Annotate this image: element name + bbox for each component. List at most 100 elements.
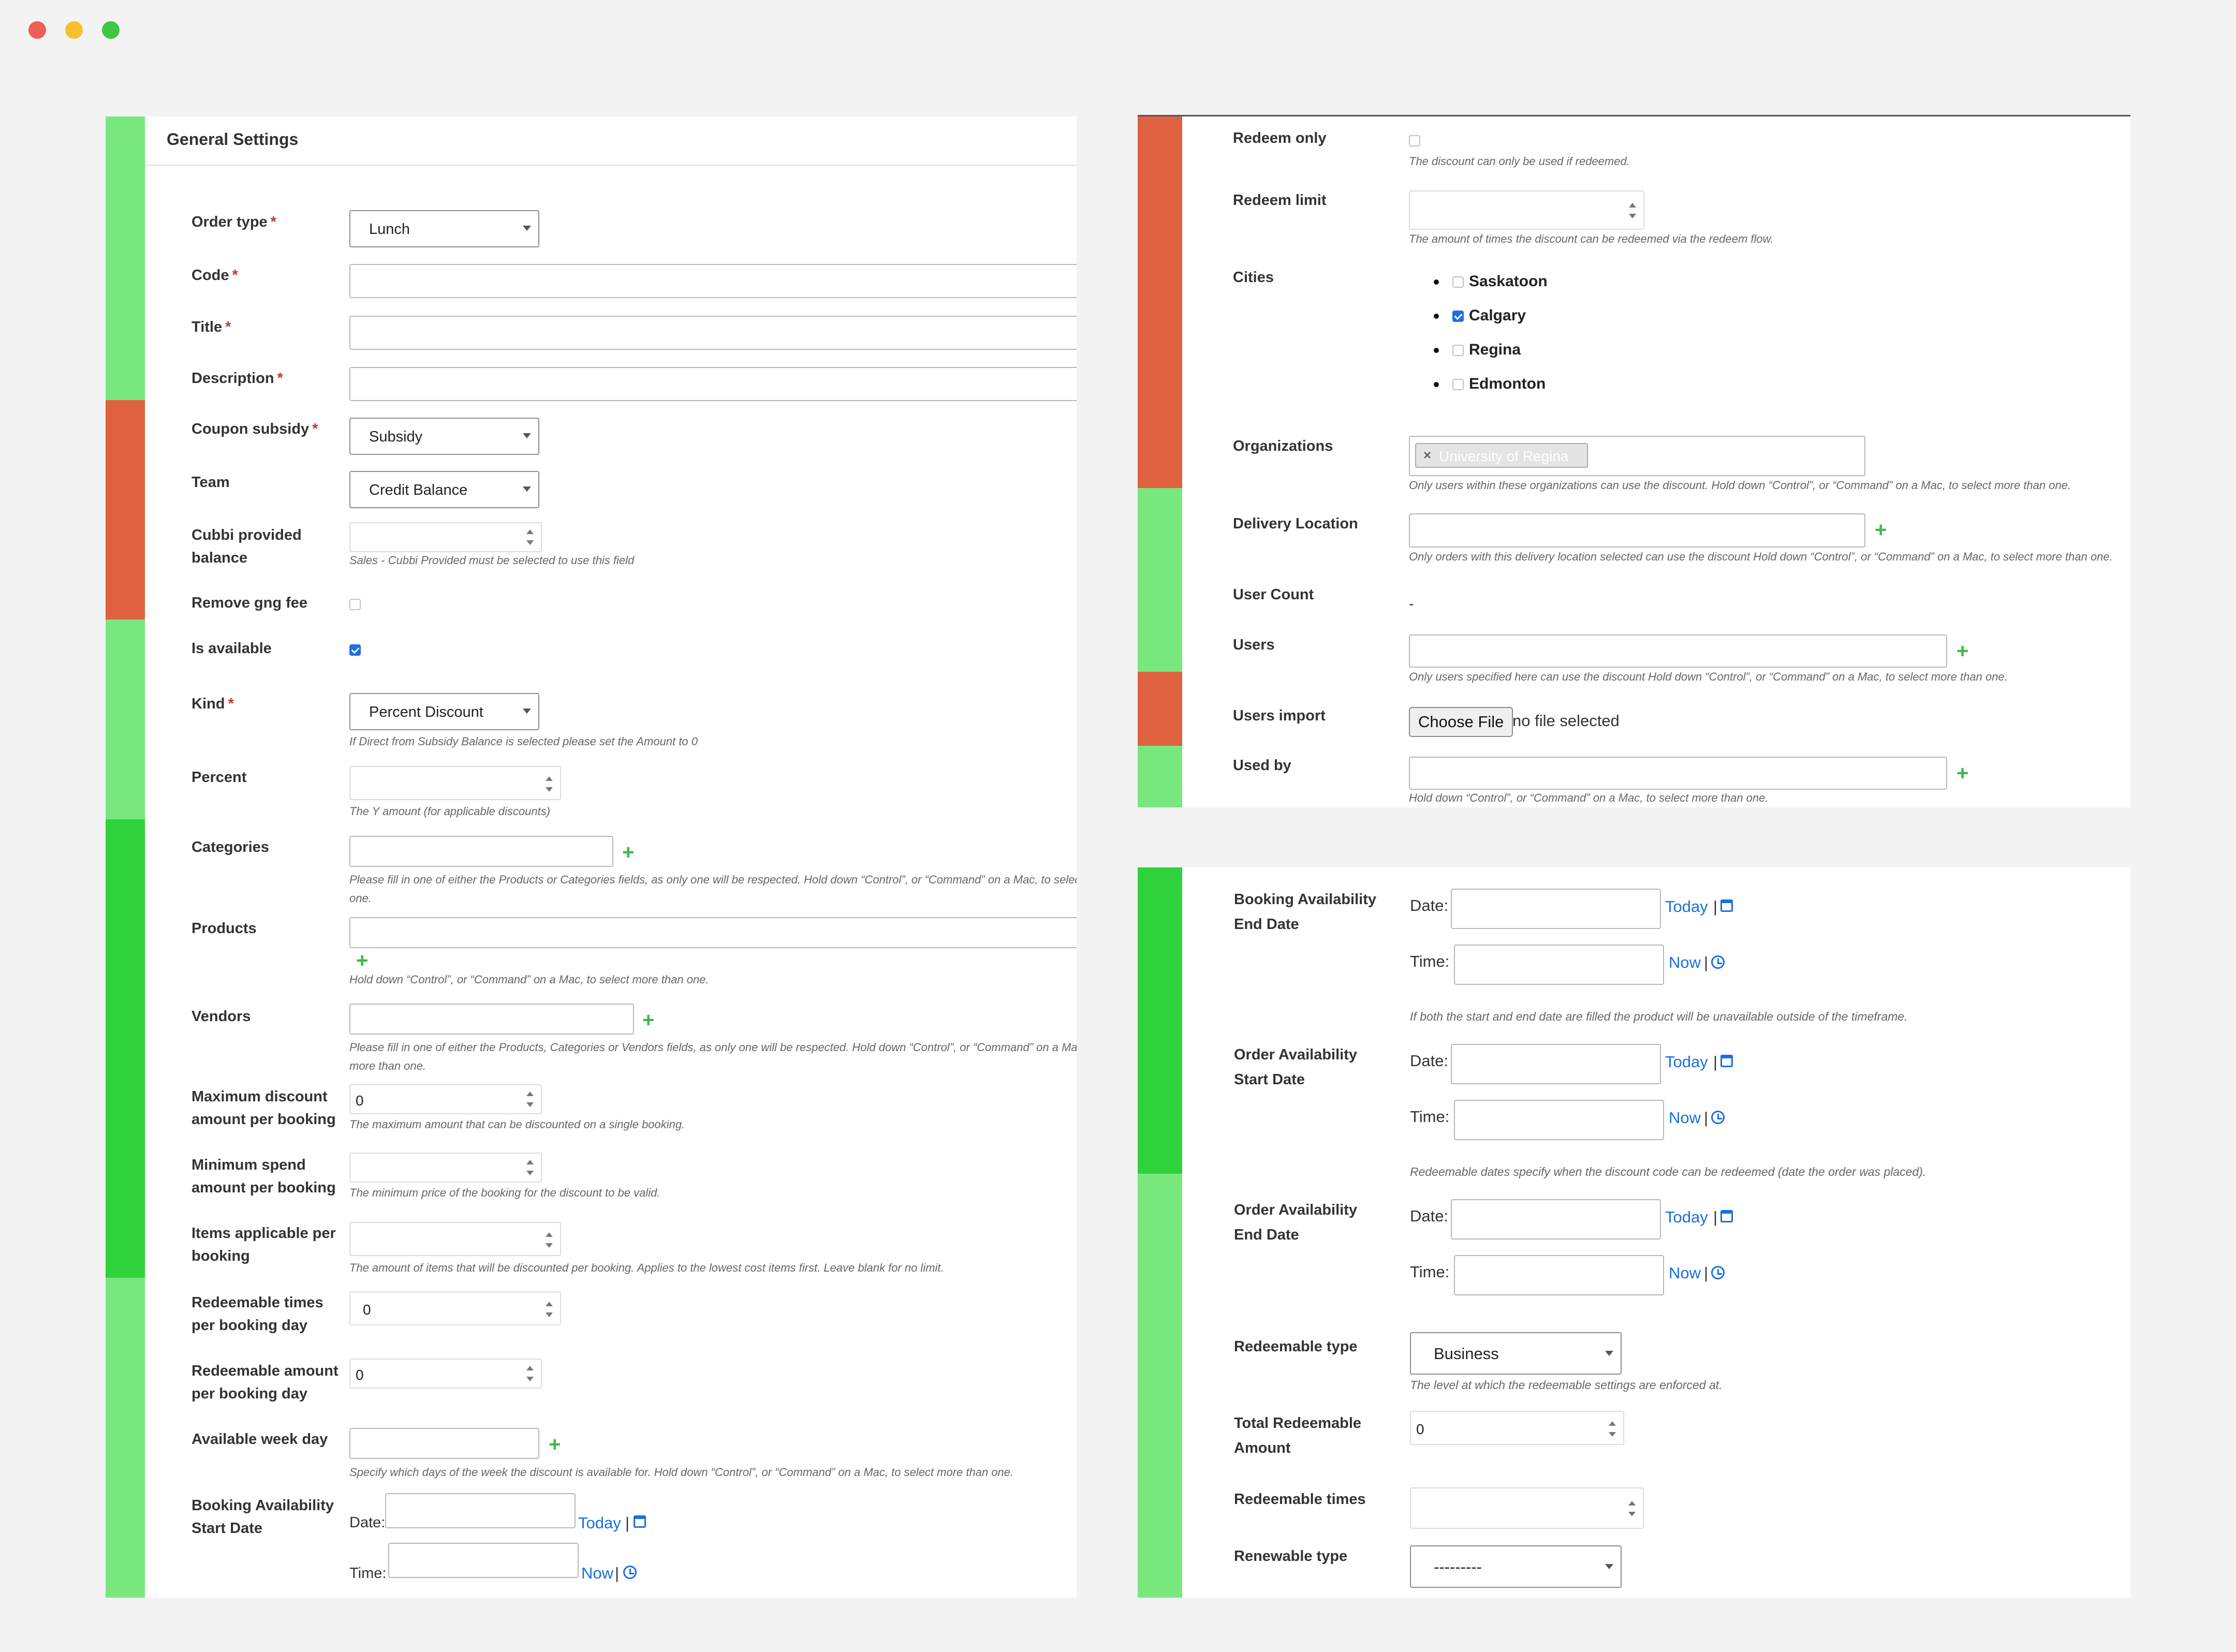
add-vendor-button[interactable]: + (642, 1010, 654, 1030)
today-link[interactable]: Today (1665, 1207, 1708, 1228)
stepper-icon[interactable] (546, 1302, 553, 1317)
separator: | (615, 1564, 620, 1582)
renewable-type-value: --------- (1434, 1558, 1482, 1576)
city-checkbox-regina[interactable] (1452, 345, 1464, 356)
users-input[interactable] (1409, 635, 1947, 668)
today-link[interactable]: Today (578, 1513, 621, 1533)
remove-tag-icon[interactable]: × (1423, 447, 1431, 463)
add-category-button[interactable]: + (622, 842, 634, 863)
stepper-icon[interactable] (526, 1160, 534, 1175)
stepper-icon[interactable] (526, 529, 534, 545)
stepper-icon[interactable] (546, 776, 553, 792)
booking-start-label-line1: Booking Availability (192, 1497, 334, 1514)
kind-select[interactable]: Percent Discount (349, 693, 539, 730)
booking-end-time-input[interactable] (1454, 945, 1664, 985)
title-input[interactable] (349, 316, 1077, 350)
items-applicable-hint: The amount of items that will be discoun… (349, 1261, 944, 1274)
calendar-icon[interactable] (1720, 1055, 1733, 1067)
description-input[interactable] (349, 367, 1077, 401)
chevron-down-icon (1605, 1351, 1613, 1356)
calendar-icon[interactable] (1720, 899, 1733, 912)
add-product-button[interactable]: + (356, 950, 368, 971)
maximize-window-button[interactable] (102, 21, 120, 39)
products-input[interactable] (349, 917, 1077, 948)
booking-start-date-input[interactable] (385, 1493, 576, 1528)
booking-start-time-input[interactable] (388, 1543, 579, 1578)
time-label: Time: (1410, 1108, 1450, 1126)
now-link[interactable]: Now (1669, 1263, 1701, 1284)
add-user-button[interactable]: + (1956, 641, 1968, 661)
stepper-icon[interactable] (1629, 203, 1636, 218)
max-discount-input[interactable]: 0 (349, 1084, 542, 1114)
order-start-time-input[interactable] (1454, 1100, 1664, 1140)
close-window-button[interactable] (28, 21, 46, 39)
is-available-checkbox[interactable] (349, 644, 361, 656)
used-by-input[interactable] (1409, 757, 1947, 790)
redeemable-type-select[interactable]: Business (1410, 1332, 1622, 1375)
date-label: Date: (1410, 896, 1449, 915)
vendors-input[interactable] (349, 1004, 634, 1035)
renewable-type-select[interactable]: --------- (1410, 1545, 1622, 1588)
choose-file-button[interactable]: Choose File (1409, 707, 1513, 737)
items-applicable-input[interactable] (349, 1222, 561, 1256)
clock-icon[interactable] (1711, 955, 1725, 969)
city-checkbox-saskatoon[interactable] (1452, 276, 1464, 288)
add-week-day-button[interactable]: + (549, 1434, 561, 1455)
cubbi-balance-input[interactable] (349, 522, 542, 552)
clock-icon[interactable] (623, 1566, 637, 1579)
clock-icon[interactable] (1711, 1266, 1725, 1279)
now-link[interactable]: Now (1669, 1108, 1701, 1128)
booking-end-date-input[interactable] (1451, 889, 1661, 929)
users-label: Users (1233, 637, 1275, 653)
minimize-window-button[interactable] (65, 21, 83, 39)
section-header: General Settings (145, 116, 1077, 166)
order-end-date-input[interactable] (1451, 1199, 1661, 1240)
remove-gng-fee-checkbox[interactable] (349, 599, 361, 610)
status-strip (106, 116, 145, 400)
coupon-subsidy-select[interactable]: Subsidy (349, 418, 539, 455)
order-end-label-line2: End Date (1234, 1227, 1299, 1243)
order-end-time-input[interactable] (1454, 1255, 1664, 1295)
now-link[interactable]: Now (581, 1563, 613, 1584)
now-link[interactable]: Now (1669, 952, 1701, 973)
order-type-select[interactable]: Lunch (349, 210, 539, 247)
available-week-day-input[interactable] (349, 1428, 539, 1459)
categories-input[interactable] (349, 836, 613, 867)
stepper-icon[interactable] (1609, 1421, 1616, 1437)
city-label-edmonton: Edmonton (1469, 375, 1546, 392)
min-spend-input[interactable] (349, 1153, 542, 1183)
redeem-limit-input[interactable] (1409, 190, 1644, 230)
add-delivery-location-button[interactable]: + (1875, 520, 1887, 540)
today-link[interactable]: Today (1665, 896, 1708, 917)
delivery-location-input[interactable] (1409, 513, 1865, 548)
status-strip (106, 1278, 145, 1598)
redeem-only-label: Redeem only (1233, 130, 1327, 146)
coupon-subsidy-value: Subsidy (369, 429, 423, 445)
today-link[interactable]: Today (1665, 1052, 1708, 1072)
total-redeemable-input[interactable]: 0 (1410, 1411, 1624, 1445)
city-checkbox-edmonton[interactable] (1452, 379, 1464, 390)
percent-input[interactable] (349, 766, 561, 800)
used-by-hint: Hold down “Control”, or “Command” on a M… (1409, 791, 1769, 804)
code-input[interactable] (349, 264, 1077, 298)
stepper-icon[interactable] (1628, 1501, 1636, 1516)
order-start-date-input[interactable] (1451, 1044, 1661, 1084)
add-used-by-button[interactable]: + (1956, 763, 1968, 784)
redeemable-amount-day-input[interactable]: 0 (349, 1359, 542, 1389)
city-checkbox-calgary[interactable] (1452, 311, 1464, 322)
team-select[interactable]: Credit Balance (349, 471, 539, 508)
calendar-icon[interactable] (1720, 1210, 1733, 1222)
status-strip (1138, 746, 1182, 807)
date-label: Date: (1410, 1052, 1449, 1070)
chevron-down-icon (523, 486, 531, 492)
categories-hint-line2: one. (349, 892, 372, 905)
redeemable-times-day-input[interactable]: 0 (349, 1291, 561, 1325)
redeemable-times-input[interactable] (1410, 1487, 1644, 1529)
stepper-icon[interactable] (526, 1092, 534, 1107)
calendar-icon[interactable] (634, 1515, 646, 1528)
stepper-icon[interactable] (546, 1232, 553, 1248)
redeem-only-checkbox[interactable] (1409, 135, 1420, 146)
stepper-icon[interactable] (526, 1366, 534, 1381)
organizations-select[interactable]: × University of Regina (1409, 436, 1865, 476)
clock-icon[interactable] (1711, 1111, 1725, 1124)
